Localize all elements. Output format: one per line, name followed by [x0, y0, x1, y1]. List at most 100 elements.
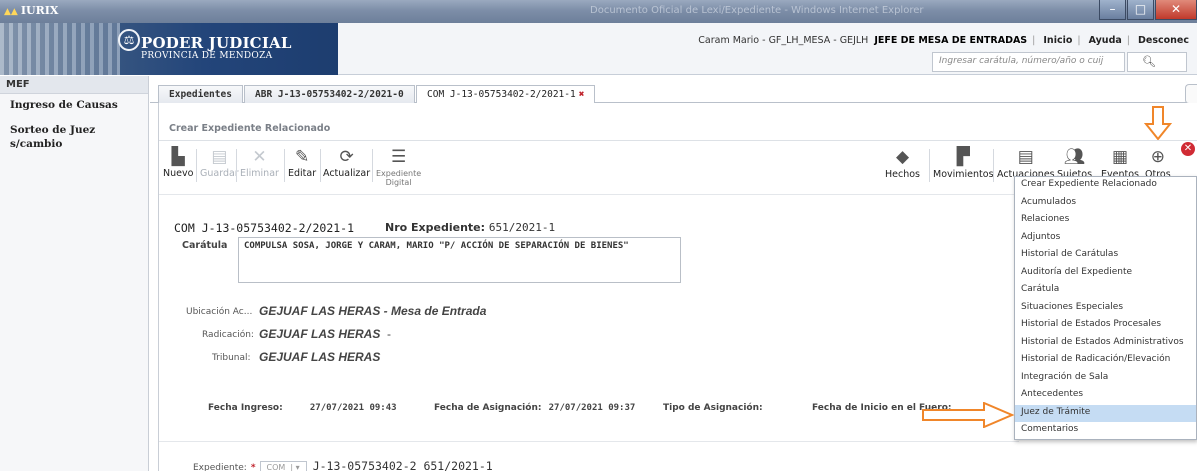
menu-item[interactable]: Situaciones Especiales: [1015, 300, 1196, 318]
menu-item[interactable]: Historial de Carátulas: [1015, 247, 1196, 265]
minimize-button[interactable]: –: [1099, 0, 1126, 20]
user-text: Caram Mario - GF_LH_MESA - GEJLH: [698, 35, 869, 46]
hechos-button[interactable]: ◆ Hechos: [885, 147, 920, 180]
sidebar-item-ingreso-causas[interactable]: Ingreso de Causas: [0, 94, 148, 119]
button-label: Movimientos: [933, 169, 994, 180]
expediente-type-select[interactable]: COM | ▾: [259, 461, 307, 471]
menu-item[interactable]: Integración de Sala: [1015, 370, 1196, 388]
expediente-type-value: COM: [266, 463, 286, 471]
link-desconectar[interactable]: Desconec: [1138, 35, 1189, 46]
fecha-ingreso: Fecha Ingreso: 27/07/2021 09:43: [208, 403, 397, 413]
nuevo-button[interactable]: ▙ Nuevo: [163, 147, 193, 179]
tab-abr[interactable]: ABR J-13-05753402-2/2021-0: [244, 85, 415, 104]
menu-item[interactable]: Crear Expediente Relacionado: [1015, 177, 1196, 195]
fecha-asignacion-label: Fecha de Asignación:: [434, 403, 542, 413]
edit-icon: ✎: [294, 147, 310, 167]
menu-item[interactable]: Acumulados: [1015, 195, 1196, 213]
expediente-number-value: J-13-05753402-2 651/2021-1: [312, 459, 493, 471]
calendar-icon: ▦: [1111, 147, 1129, 167]
expediente-number: COM J-13-05753402-2/2021-1: [174, 221, 355, 235]
radicacion-dash: -: [387, 327, 392, 341]
otros-dropdown-menu: Crear Expediente Relacionado Acumulados Re…: [1014, 176, 1197, 440]
app-name: IURIX: [20, 4, 59, 17]
search-input[interactable]: Ingresar carátula, número/año o cuij: [932, 52, 1125, 72]
tab-label: Expedientes: [169, 89, 232, 100]
movimientos-button[interactable]: ▛ Movimientos: [933, 147, 994, 180]
fecha-ingreso-label: Fecha Ingreso:: [208, 403, 283, 413]
user-role: JEFE DE MESA DE ENTRADAS: [874, 35, 1028, 46]
button-label: Eliminar: [240, 168, 279, 179]
expediente-row: Expediente: * COM | ▾ J-13-05753402-2 651/2…: [193, 459, 493, 471]
toolbar-separator: [993, 149, 994, 182]
menu-item[interactable]: Antecedentes: [1015, 387, 1196, 405]
eliminar-button[interactable]: ✕ Eliminar: [240, 147, 279, 179]
menu-item[interactable]: Adjuntos: [1015, 230, 1196, 248]
tribunal-value: GEJUAF LAS HERAS: [259, 350, 381, 364]
button-label: Editar: [288, 168, 317, 179]
link-ayuda[interactable]: Ayuda: [1089, 35, 1122, 46]
button-label: Hechos: [885, 169, 920, 180]
tab-scroll-button[interactable]: [1185, 84, 1197, 104]
required-marker: *: [250, 463, 256, 471]
menu-item[interactable]: Auditoría del Expediente: [1015, 265, 1196, 283]
close-panel-icon[interactable]: ✕: [1181, 142, 1195, 156]
tab-close-icon[interactable]: ✖: [579, 89, 585, 100]
users-icon: 👥︎: [1063, 147, 1086, 167]
maximize-button[interactable]: □: [1127, 0, 1154, 20]
menu-item[interactable]: Carátula: [1015, 282, 1196, 300]
nro-expediente: Nro Expediente: 651/2021-1: [385, 221, 555, 234]
radicacion-value: GEJUAF LAS HERAS -: [259, 327, 391, 341]
menu-item[interactable]: Juez de Trámite: [1015, 404, 1196, 422]
divider: [159, 441, 1019, 442]
caratula-label: Carátula: [182, 240, 228, 251]
panel-subtitle: Crear Expediente Relacionado: [169, 123, 331, 134]
annotation-arrow-right-icon: [922, 402, 1014, 428]
diamond-icon: ◆: [895, 147, 910, 167]
menu-item[interactable]: Relaciones: [1015, 212, 1196, 230]
brand: PODER JUDICIAL PROVINCIA DE MENDOZA: [141, 34, 292, 62]
annotation-arrow-down-icon: [1144, 106, 1172, 140]
actualizar-button[interactable]: ⟳ Actualizar: [323, 147, 370, 179]
search-button[interactable]: 🔍︎: [1127, 52, 1187, 72]
divider: [159, 140, 1197, 141]
brand-title: PODER JUDICIAL: [141, 34, 292, 52]
radicacion-text: GEJUAF LAS HERAS: [259, 327, 381, 341]
tab-expedientes[interactable]: Expedientes: [158, 85, 243, 104]
button-label: Expediente: [376, 169, 422, 178]
sidebar-item-sorteo-juez[interactable]: Sorteo de Juez s/cambio: [0, 119, 148, 150]
movements-icon: ▛: [956, 147, 970, 167]
sidebar: MEF Ingreso de Causas Sorteo de Juez s/c…: [0, 76, 149, 471]
chevron-down-icon: ▾: [295, 463, 300, 471]
button-label: Actualizar: [323, 168, 371, 179]
menu-item[interactable]: Historial de Estados Administrativos: [1015, 335, 1196, 353]
expediente-digital-button[interactable]: ☰ Expediente Digital: [376, 147, 421, 187]
button-label: Guardar: [200, 168, 239, 179]
user-info: Caram Mario - GF_LH_MESA - GEJLH JEFE DE…: [698, 35, 1189, 46]
menu-item[interactable]: Comentarios: [1015, 422, 1196, 440]
document-icon: ▙: [171, 147, 185, 167]
tabs-bar: Expedientes ABR J-13-05753402-2/2021-0 C…: [150, 76, 1197, 105]
toolbar-separator: [196, 149, 197, 182]
nro-expediente-label: Nro Expediente:: [385, 221, 486, 234]
window-controls: – □ ✕: [1098, 0, 1197, 20]
editar-button[interactable]: ✎ Editar: [288, 147, 316, 179]
radicacion-label: Radicación:: [202, 330, 254, 340]
refresh-icon: ⟳: [339, 147, 354, 167]
building-image: [0, 23, 120, 75]
guardar-button[interactable]: ▤ Guardar: [200, 147, 239, 179]
tab-com[interactable]: COM J-13-05753402-2/2021-1 ✖: [416, 85, 596, 105]
plus-circle-icon: ⊕: [1150, 147, 1165, 167]
brand-subtitle: PROVINCIA DE MENDOZA: [141, 51, 273, 61]
toolbar-separator: [320, 149, 321, 182]
menu-item[interactable]: Historial de Estados Procesales: [1015, 317, 1196, 335]
button-label-line2: Digital: [385, 178, 412, 187]
save-icon: ▤: [211, 147, 228, 167]
toolbar-separator: [284, 149, 285, 182]
link-inicio[interactable]: Inicio: [1043, 35, 1072, 46]
fecha-ingreso-value: 27/07/2021 09:43: [309, 403, 397, 413]
menu-item[interactable]: Historial de Radicación/Elevación: [1015, 352, 1196, 370]
app-title: ▲▲ IURIX: [4, 4, 58, 17]
seal-icon: ⚖: [118, 29, 140, 51]
caratula-field[interactable]: COMPULSA SOSA, JORGE Y CARAM, MARIO "P/ …: [238, 237, 681, 283]
close-window-button[interactable]: ✕: [1155, 0, 1197, 20]
